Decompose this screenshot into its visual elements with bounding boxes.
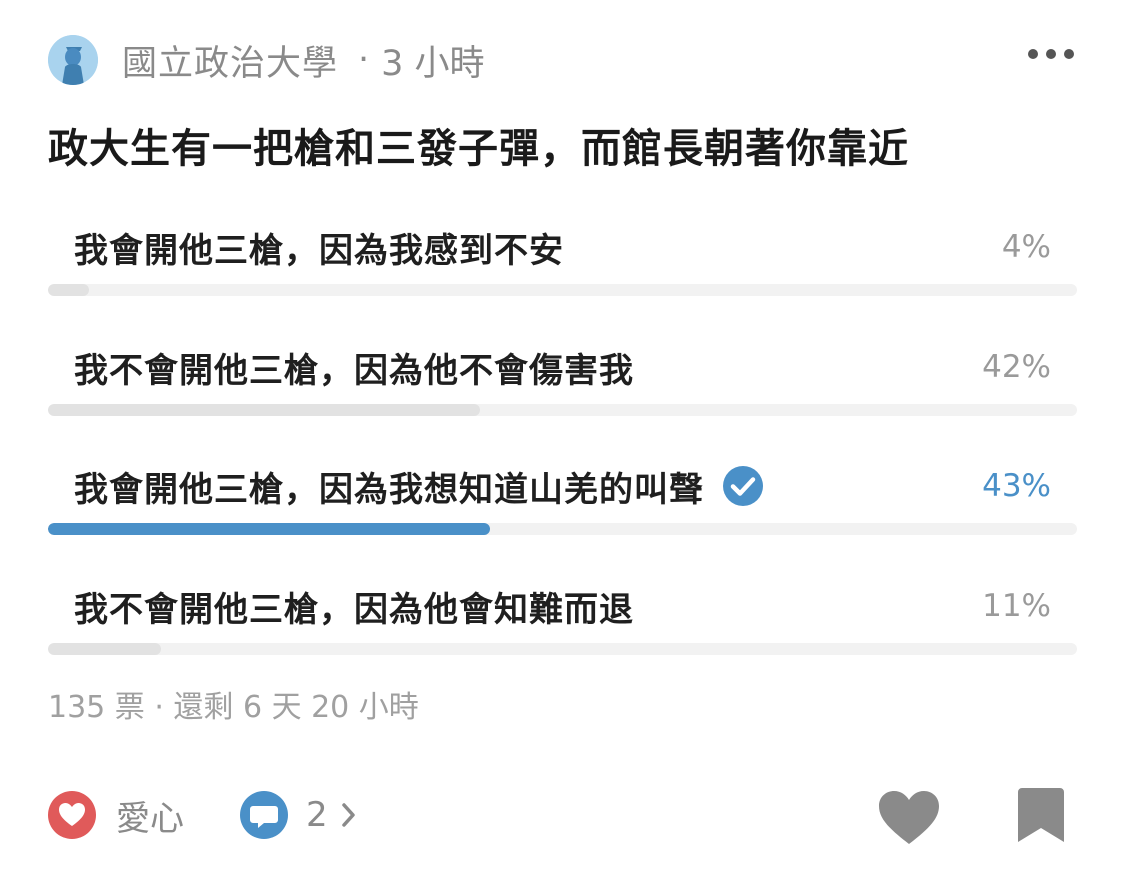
post-header: 國立政治大學 · 3 小時 [48,32,1078,88]
poll-option-percent: 11% [982,588,1051,624]
poll-option-percent: 4% [1001,229,1051,265]
comment-button[interactable]: 2 [240,790,358,840]
separator-dot: · [358,40,370,80]
heart-button[interactable] [876,788,942,848]
chevron-right-icon [341,803,355,827]
more-icon [1064,49,1074,59]
comment-bubble-icon [240,791,288,839]
post-time: 3 小時 [381,43,485,84]
poll-option-percent: 43% [982,468,1051,504]
heart-icon [879,791,939,844]
like-button[interactable]: 愛心 [48,790,184,840]
poll-meta: 135 票 · 還剩 6 天 20 小時 [48,690,419,725]
poll-option-text: 我會開他三槍，因為我想知道山羌的叫聲 [74,469,704,510]
more-icon [1046,49,1056,59]
poll-progress-track [48,523,1077,535]
more-icon [1028,49,1038,59]
bookmark-icon [1018,788,1064,842]
like-label: 愛心 [116,798,184,839]
poll-progress-track [48,284,1077,296]
poll-progress-fill [48,643,162,655]
poll-option-text: 我不會開他三槍，因為他不會傷害我 [74,350,634,391]
author-name[interactable]: 國立政治大學 [122,35,338,86]
post-card: 國立政治大學 · 3 小時 政大生有一把槍和三發子彈，而館長朝著你靠近 我會開他… [0,0,1125,876]
post-title: 政大生有一把槍和三發子彈，而館長朝著你靠近 [48,126,909,172]
poll-option-text: 我不會開他三槍，因為他會知難而退 [74,589,634,630]
poll-option-percent: 42% [982,349,1051,385]
more-button[interactable] [1028,44,1074,64]
avatar-icon [48,35,98,85]
poll-progress-fill [48,523,491,535]
poll-option[interactable]: 我不會開他三槍，因為他不會傷害我 42% [48,342,1077,422]
poll-option-text: 我會開他三槍，因為我感到不安 [74,230,564,271]
comment-count: 2 [306,795,328,835]
poll-option[interactable]: 我會開他三槍，因為我感到不安 4% [48,222,1077,302]
poll-progress-fill [48,404,481,416]
poll-progress-track [48,643,1077,655]
bookmark-button[interactable] [1016,786,1066,844]
poll-progress-fill [48,284,90,296]
poll-option-label: 我不會開他三槍，因為他不會傷害我 [74,342,634,392]
poll-option-label: 我會開他三槍，因為我感到不安 [74,222,564,272]
poll-option-label: 我會開他三槍，因為我想知道山羌的叫聲 [74,461,764,511]
poll-option-selected[interactable]: 我會開他三槍，因為我想知道山羌的叫聲 43% [48,461,1077,541]
poll-progress-track [48,404,1077,416]
poll-option[interactable]: 我不會開他三槍，因為他會知難而退 11% [48,581,1077,661]
poll-option-label: 我不會開他三槍，因為他會知難而退 [74,581,634,631]
heart-circle-icon [48,791,96,839]
check-circle-icon [723,466,763,506]
avatar[interactable] [48,35,98,85]
